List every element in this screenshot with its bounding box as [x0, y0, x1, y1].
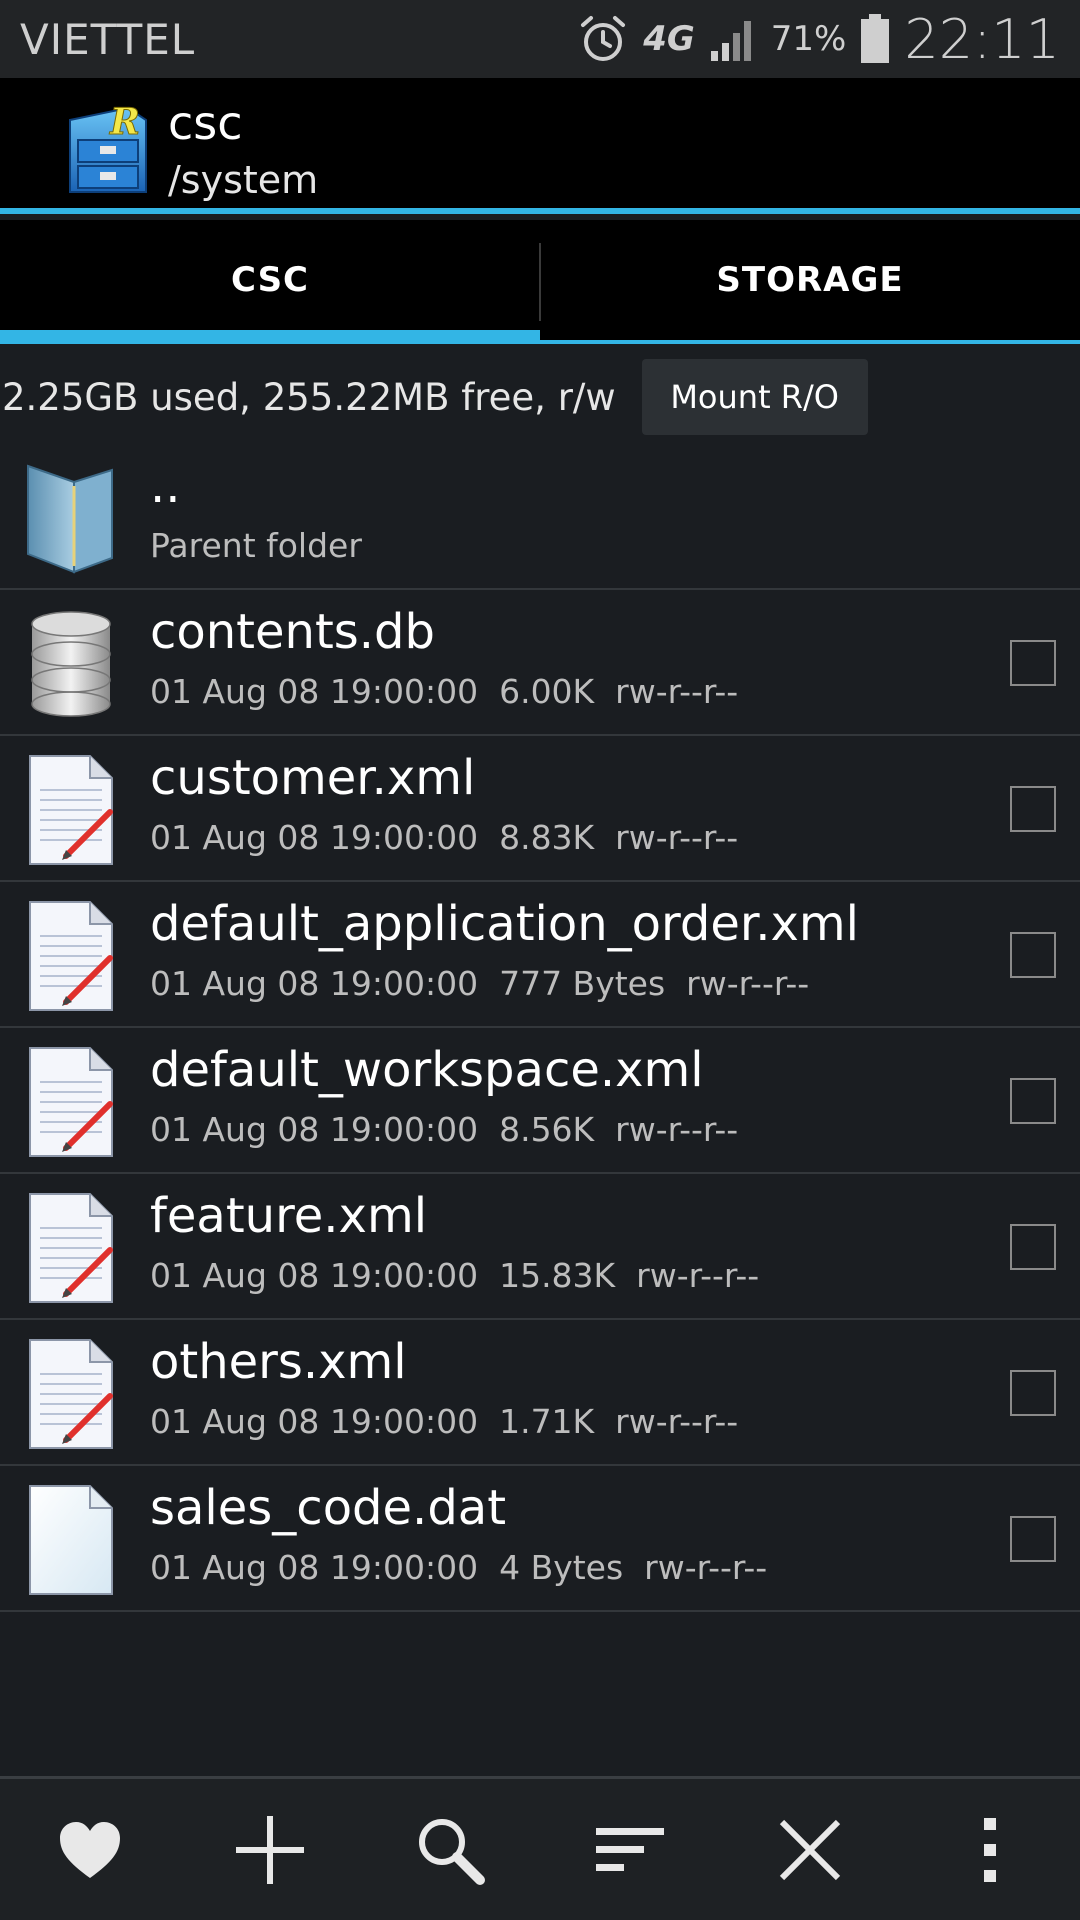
database-icon — [31, 611, 111, 717]
file-name: others.xml — [150, 1334, 407, 1390]
file-meta: 01 Aug 08 19:00:00 4 Bytes rw-r--r-- — [150, 1548, 768, 1587]
file-row-customer-xml[interactable]: customer.xml 01 Aug 08 19:00:00 8.83K rw… — [0, 736, 1080, 882]
folder-icon — [27, 464, 113, 574]
text-file-icon — [29, 755, 113, 865]
file-meta: 01 Aug 08 19:00:00 1.71K rw-r--r-- — [150, 1402, 739, 1441]
text-file-icon — [29, 1047, 113, 1157]
tab-divider — [539, 243, 541, 321]
file-row-feature-xml[interactable]: feature.xml 01 Aug 08 19:00:00 15.83K rw… — [0, 1174, 1080, 1320]
select-checkbox[interactable] — [1010, 1370, 1056, 1416]
file-row-default-application-order-xml[interactable]: default_application_order.xml 01 Aug 08 … — [0, 882, 1080, 1028]
root-explorer-logo-icon[interactable]: R — [66, 102, 150, 196]
select-checkbox[interactable] — [1010, 932, 1056, 978]
search-icon — [419, 1818, 485, 1885]
search-button[interactable] — [390, 1790, 510, 1910]
file-row-default-workspace-xml[interactable]: default_workspace.xml 01 Aug 08 19:00:00… — [0, 1028, 1080, 1174]
file-meta: 01 Aug 08 19:00:00 8.56K rw-r--r-- — [150, 1110, 739, 1149]
bookmarks-button[interactable] — [30, 1790, 150, 1910]
folder-path: /system — [168, 158, 319, 202]
file-name: default_application_order.xml — [150, 896, 860, 952]
file-name: default_workspace.xml — [150, 1042, 704, 1098]
file-name: customer.xml — [150, 750, 476, 806]
bottom-toolbar — [0, 1776, 1080, 1920]
status-bar: VIETTEL 4G 71% 22:11 — [0, 0, 1080, 78]
alarm-icon — [581, 16, 626, 61]
status-icons: 4G 71% 22:11 — [577, 8, 1060, 71]
folder-title: csc — [168, 96, 243, 150]
battery-percent: 71% — [770, 19, 847, 59]
file-meta: 01 Aug 08 19:00:00 15.83K rw-r--r-- — [150, 1256, 760, 1295]
text-file-icon — [29, 1339, 113, 1449]
file-row-sales-code-dat[interactable]: sales_code.dat 01 Aug 08 19:00:00 4 Byte… — [0, 1466, 1080, 1612]
signal-icon — [710, 21, 751, 61]
file-meta: 01 Aug 08 19:00:00 6.00K rw-r--r-- — [150, 672, 739, 711]
storage-usage-text: 2.25GB used, 255.22MB free, r/w — [2, 375, 616, 419]
tab-storage[interactable]: STORAGE — [540, 220, 1080, 340]
svg-text:R: R — [109, 102, 140, 143]
close-button[interactable] — [750, 1790, 870, 1910]
file-row-others-xml[interactable]: others.xml 01 Aug 08 19:00:00 1.71K rw-r… — [0, 1320, 1080, 1466]
battery-icon — [861, 14, 890, 63]
app-header: R csc /system — [0, 78, 1080, 214]
text-file-icon — [29, 901, 113, 1011]
tab-csc[interactable]: CSC — [0, 220, 540, 344]
file-name: sales_code.dat — [150, 1480, 507, 1536]
storage-info-bar: 2.25GB used, 255.22MB free, r/w Mount R/… — [0, 350, 1080, 444]
file-meta: Parent folder — [150, 526, 362, 565]
blank-file-icon — [29, 1485, 113, 1595]
mount-ro-button[interactable]: Mount R/O — [641, 359, 868, 435]
overflow-menu-button[interactable] — [930, 1790, 1050, 1910]
select-checkbox[interactable] — [1010, 1516, 1056, 1562]
text-file-icon — [29, 1193, 113, 1303]
file-row-contents-db[interactable]: contents.db 01 Aug 08 19:00:00 6.00K rw-… — [0, 590, 1080, 736]
file-name: .. — [150, 458, 181, 514]
select-checkbox[interactable] — [1010, 1224, 1056, 1270]
file-list: .. Parent folder contents.db 01 Aug 08 1… — [0, 444, 1080, 1612]
select-checkbox[interactable] — [1010, 786, 1056, 832]
close-icon — [779, 1819, 841, 1880]
overflow-menu-icon — [984, 1817, 996, 1882]
select-checkbox[interactable] — [1010, 640, 1056, 686]
new-button[interactable] — [210, 1790, 330, 1910]
file-meta: 01 Aug 08 19:00:00 8.83K rw-r--r-- — [150, 818, 739, 857]
select-checkbox[interactable] — [1010, 1078, 1056, 1124]
sort-icon — [596, 1827, 664, 1871]
add-icon — [236, 1815, 304, 1884]
file-name: contents.db — [150, 604, 435, 660]
sort-button[interactable] — [570, 1790, 690, 1910]
carrier-name: VIETTEL — [20, 14, 196, 64]
file-meta: 01 Aug 08 19:00:00 777 Bytes rw-r--r-- — [150, 964, 810, 1003]
heart-icon — [60, 1821, 120, 1878]
file-name: feature.xml — [150, 1188, 428, 1244]
clock: 22:11 — [904, 7, 1060, 71]
network-type: 4G — [643, 19, 695, 59]
parent-folder-row[interactable]: .. Parent folder — [0, 444, 1080, 590]
